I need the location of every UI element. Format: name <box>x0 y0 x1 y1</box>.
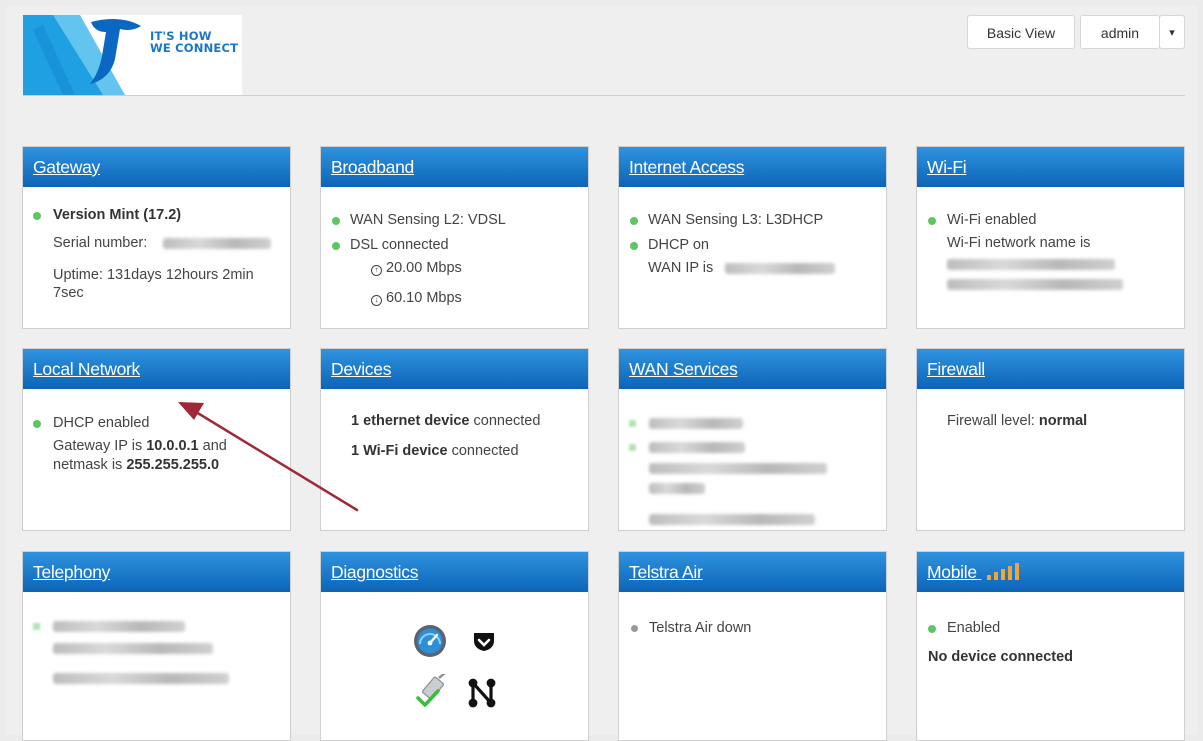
annotation-arrow-icon <box>178 402 359 512</box>
